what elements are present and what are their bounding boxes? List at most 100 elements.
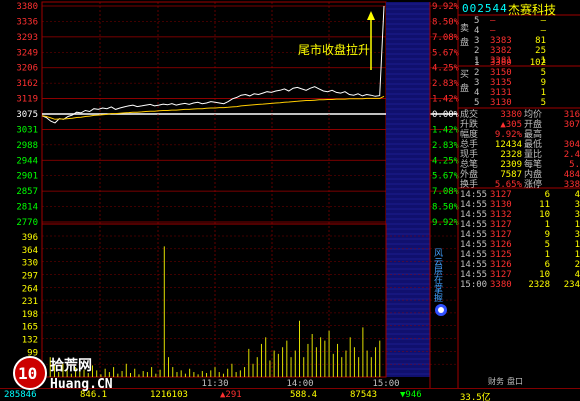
stat-value: 2328 (500, 150, 522, 160)
price-tick-label: 2814 (16, 203, 38, 213)
price-tick-label: 3119 (16, 95, 38, 105)
pct-tick-label: 4.25% (432, 156, 460, 166)
tick-volume: 10 (539, 270, 550, 280)
pct-tick-label: 7.08% (432, 33, 460, 43)
price-tick-label: 3075 (16, 110, 38, 120)
tick-price: 3127 (490, 190, 512, 200)
tick-time: 15:00 (460, 280, 488, 290)
volume-tick-label: 132 (22, 336, 38, 346)
status-value: 87543 (350, 390, 378, 400)
stat-value: 338 (563, 180, 580, 190)
price-panel-frame (41, 1, 387, 225)
average-price-line (41, 95, 385, 120)
buy-level: 3 (474, 78, 480, 88)
stat-value: 2.4 (563, 150, 580, 160)
tick-count: 4 (574, 270, 580, 280)
volume-tick-label: 396 (22, 233, 38, 243)
tick-volume: 11 (539, 200, 550, 210)
sell-volume: 81 (535, 36, 546, 46)
buy-volume: 1 (540, 88, 546, 98)
price-tick-label: 2857 (16, 187, 38, 197)
volume-tick-label: 231 (22, 297, 38, 307)
pct-tick-label: 4.25% (432, 64, 460, 74)
tick-count: 3 (574, 200, 580, 210)
buy-price: 3135 (490, 78, 512, 88)
sell-level: 5 (474, 16, 480, 26)
volume-tick-label: 330 (22, 259, 38, 269)
tick-time: 14:55 (460, 260, 488, 270)
tick-time: 14:55 (460, 220, 488, 230)
stat-label: 换手 (460, 180, 479, 190)
buy-label-char: 盘 (460, 84, 470, 94)
logo-digits: 10 (18, 364, 37, 383)
pct-axis-right: 9.92% 8.50% 7.08% 5.67% 4.25% 2.83% 1.42% 0.00%… (432, 2, 460, 228)
sell-level: 3 (474, 36, 480, 46)
side-label-char: 握 (434, 294, 444, 304)
stat-label: 外盘 (460, 170, 479, 180)
tick-count: 234 (563, 280, 580, 290)
stat-label: 量比 (524, 150, 543, 160)
status-value: 33.5亿 (460, 393, 491, 401)
stat-value: 484 (563, 170, 580, 180)
volume-tick-label: 364 (22, 246, 38, 256)
sell-price: 3382 (490, 46, 512, 56)
buy-volume: 5 (540, 68, 546, 78)
tick-volume: 6 (544, 260, 550, 270)
stat-value: 5.65% (494, 180, 522, 190)
tick-price: 3127 (490, 270, 512, 280)
stat-value: 5. (569, 160, 580, 170)
stat-value: 304 (563, 140, 580, 150)
tick-volume: 1 (544, 220, 550, 230)
price-tick-label: 2988 (16, 141, 38, 151)
tick-count: 1 (574, 250, 580, 260)
price-lines (41, 5, 385, 124)
sell-volume: — (540, 16, 546, 26)
pct-tick-label: 2.83% (432, 141, 460, 151)
tick-count: 1 (574, 220, 580, 230)
volume-tick-label: 198 (22, 310, 38, 320)
tick-price: 3126 (490, 260, 512, 270)
sell-level: 2 (474, 46, 480, 56)
tick-price: 3127 (490, 230, 512, 240)
tab-finance[interactable]: 财务 (488, 376, 504, 387)
tick-volume: 5 (544, 240, 550, 250)
side-vertical-label[interactable]: 风云层在掌握 (434, 250, 446, 304)
stat-label: 最低 (524, 140, 543, 150)
stat-label: 成交 (460, 110, 479, 120)
buy-level: 4 (474, 88, 480, 98)
status-value: ▼946 (400, 390, 422, 400)
tick-price: 3127 (490, 220, 512, 230)
tab-orderbook[interactable]: 盘口 (507, 376, 523, 387)
stat-value: 2309 (500, 160, 522, 170)
site-logo: 10 拾荒网 Huang.CN (8, 352, 148, 394)
tick-time: 14:55 (460, 270, 488, 280)
tick-price: 3380 (490, 280, 512, 290)
buy-level: 2 (474, 68, 480, 78)
price-tick-label: 3293 (16, 33, 38, 43)
pct-tick-label: 9.92% (432, 218, 460, 228)
stat-label: 均价 (524, 110, 543, 120)
tick-volume: 9 (544, 230, 550, 240)
volume-tick-label: 264 (22, 284, 38, 294)
sell-label-char: 盘 (460, 38, 470, 48)
tick-volume: 2328 (528, 280, 550, 290)
stock-code: 002544 (462, 2, 508, 15)
stat-label: 内盘 (524, 170, 543, 180)
tick-price: 3126 (490, 240, 512, 250)
price-tick-label: 2944 (16, 156, 38, 166)
price-tick-label: 2770 (16, 218, 38, 228)
buy-label-char: 买 (460, 70, 470, 80)
stat-label: 最高 (524, 130, 543, 140)
tick-count: 4 (574, 190, 580, 200)
chart-annotation: 尾市收盘拉升 (298, 43, 371, 57)
scroll-toggle-icon[interactable] (435, 304, 447, 316)
pct-tick-label: 2.83% (432, 79, 460, 89)
tick-time: 14:55 (460, 190, 488, 200)
price-line (41, 5, 385, 124)
status-value: 1216103 (150, 390, 188, 400)
after-hours-fill (386, 2, 430, 377)
pct-tick-label: 0.00% (432, 110, 460, 120)
pct-tick-label: 1.42% (432, 95, 460, 105)
sell-price: — (490, 26, 496, 36)
buy-level: 1 (474, 58, 480, 68)
